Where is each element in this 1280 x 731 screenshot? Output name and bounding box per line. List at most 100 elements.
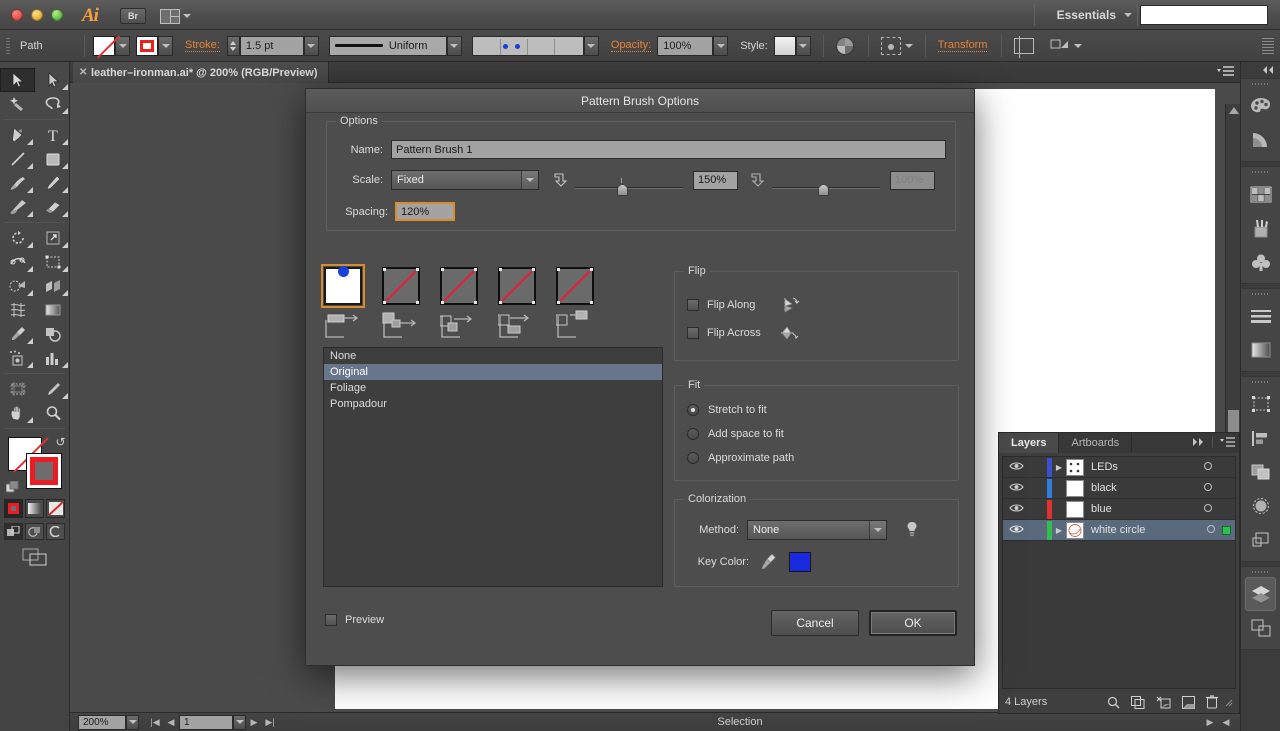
colorization-method-select[interactable]: None bbox=[747, 520, 887, 540]
scroll-up-icon[interactable] bbox=[1229, 107, 1239, 114]
opacity-input[interactable]: 100% bbox=[657, 35, 714, 56]
select-similar-icon[interactable] bbox=[1050, 38, 1070, 54]
locate-object-icon[interactable] bbox=[1107, 696, 1120, 709]
transparency-panel-icon[interactable] bbox=[1241, 489, 1280, 523]
list-item[interactable]: Pompadour bbox=[324, 396, 662, 412]
rotate-tool[interactable] bbox=[0, 226, 35, 250]
previous-page-button[interactable]: ◀ bbox=[163, 717, 179, 728]
tab-layers[interactable]: Layers bbox=[999, 433, 1060, 453]
panel-menu-icon[interactable] bbox=[1220, 436, 1235, 448]
page-number-input[interactable]: 1 bbox=[179, 714, 233, 730]
table-row[interactable]: black bbox=[1003, 478, 1235, 499]
visibility-toggle-icon[interactable] bbox=[1003, 503, 1029, 516]
target-indicator[interactable] bbox=[1197, 503, 1219, 515]
blend-tool[interactable] bbox=[35, 322, 70, 346]
selection-indicator[interactable] bbox=[1222, 525, 1231, 535]
chevron-down-icon[interactable] bbox=[1074, 43, 1083, 48]
dock-grip[interactable] bbox=[1241, 289, 1280, 299]
layer-name[interactable]: LEDs bbox=[1091, 461, 1197, 473]
expand-layer-icon[interactable]: ▶ bbox=[1052, 463, 1066, 472]
end-tile-preview[interactable] bbox=[556, 267, 594, 305]
stroke-weight-stepper[interactable] bbox=[226, 35, 240, 56]
last-page-button[interactable]: ▶| bbox=[262, 717, 278, 728]
color-panel-icon[interactable] bbox=[1241, 89, 1280, 123]
graphic-style-dropdown[interactable] bbox=[795, 35, 811, 56]
spacing-input[interactable]: 120% bbox=[395, 202, 455, 221]
color-guide-panel-icon[interactable] bbox=[1241, 123, 1280, 157]
layer-name[interactable]: white circle bbox=[1091, 524, 1200, 536]
table-row[interactable]: blue bbox=[1003, 499, 1235, 520]
width-tool[interactable] bbox=[0, 250, 35, 274]
gradient-button[interactable] bbox=[25, 499, 44, 518]
pen-tool[interactable] bbox=[0, 123, 35, 147]
expand-panels-button[interactable] bbox=[1241, 62, 1280, 78]
document-panel-menu[interactable] bbox=[1212, 62, 1240, 83]
color-button[interactable] bbox=[4, 499, 23, 518]
target-indicator[interactable] bbox=[1200, 524, 1222, 536]
zoom-tool[interactable] bbox=[35, 401, 70, 425]
horizontal-scroll-left[interactable]: ◀ bbox=[1218, 717, 1234, 728]
stroke-label[interactable]: Stroke: bbox=[185, 39, 220, 52]
end-tile-button[interactable] bbox=[555, 267, 596, 343]
opacity-label[interactable]: Opacity: bbox=[610, 39, 652, 52]
expand-layer-icon[interactable]: ▶ bbox=[1052, 526, 1066, 535]
tab-artboards[interactable]: Artboards bbox=[1059, 433, 1133, 453]
target-indicator[interactable] bbox=[1197, 482, 1219, 494]
side-tile-button[interactable] bbox=[321, 264, 365, 343]
list-item[interactable]: None bbox=[324, 348, 662, 364]
status-menu-button[interactable]: ▶ bbox=[1202, 717, 1218, 728]
cancel-button[interactable]: Cancel bbox=[771, 610, 859, 636]
fill-swatch[interactable] bbox=[93, 35, 115, 56]
hand-tool[interactable] bbox=[0, 401, 35, 425]
flip-along-checkbox[interactable] bbox=[687, 299, 699, 311]
brush-definition-select[interactable] bbox=[471, 35, 584, 56]
direct-selection-tool[interactable] bbox=[35, 68, 70, 92]
create-new-layer-icon[interactable] bbox=[1182, 695, 1195, 709]
table-row[interactable]: ▶ LEDs bbox=[1003, 457, 1235, 478]
key-color-swatch[interactable] bbox=[789, 552, 811, 572]
make-clipping-mask-icon[interactable] bbox=[1131, 695, 1145, 709]
table-row[interactable]: ▶ white circle bbox=[1003, 520, 1235, 541]
stroke-dropdown[interactable] bbox=[158, 35, 173, 56]
scale-slider-knob[interactable] bbox=[617, 184, 628, 196]
transform-panel-icon[interactable] bbox=[1241, 387, 1280, 421]
first-page-button[interactable]: |◀ bbox=[147, 717, 163, 728]
visibility-toggle-icon[interactable] bbox=[1003, 524, 1029, 537]
draw-normal-button[interactable] bbox=[4, 523, 23, 540]
blob-brush-tool[interactable] bbox=[0, 195, 35, 219]
line-segment-tool[interactable] bbox=[0, 147, 35, 171]
symbols-panel-icon[interactable] bbox=[1241, 245, 1280, 279]
align-panel-icon[interactable] bbox=[1241, 421, 1280, 455]
dock-grip[interactable] bbox=[1241, 79, 1280, 89]
scale-tool[interactable] bbox=[35, 226, 70, 250]
side-tile-preview[interactable] bbox=[321, 264, 365, 308]
close-document-icon[interactable]: ✕ bbox=[79, 67, 87, 78]
workspace-switcher[interactable]: Essentials bbox=[1057, 8, 1132, 22]
lightbulb-icon[interactable] bbox=[905, 521, 919, 539]
chevron-down-icon[interactable] bbox=[904, 43, 913, 48]
next-page-button[interactable]: ▶ bbox=[246, 717, 262, 728]
shape-builder-tool[interactable] bbox=[0, 274, 35, 298]
brush-definition-dropdown[interactable] bbox=[583, 35, 599, 56]
screen-mode-button[interactable] bbox=[0, 548, 69, 566]
outer-corner-tile-button[interactable] bbox=[382, 267, 422, 343]
mesh-tool[interactable] bbox=[0, 298, 35, 322]
artboards-panel-icon[interactable] bbox=[1241, 611, 1280, 645]
delete-selection-icon[interactable] bbox=[1206, 695, 1218, 709]
visibility-toggle-icon[interactable] bbox=[1003, 461, 1029, 474]
gradient-panel-icon[interactable] bbox=[1241, 333, 1280, 367]
stretch-to-fit-radio[interactable] bbox=[687, 404, 699, 416]
stroke-panel-icon[interactable] bbox=[1241, 299, 1280, 333]
align-icon[interactable] bbox=[1014, 35, 1035, 58]
dock-grip[interactable] bbox=[1241, 377, 1280, 387]
isolate-selected-object-icon[interactable] bbox=[880, 36, 901, 55]
zoom-level-dropdown[interactable] bbox=[126, 714, 139, 730]
minimize-window-button[interactable] bbox=[31, 9, 43, 21]
column-graph-tool[interactable] bbox=[35, 346, 70, 370]
ok-button[interactable]: OK bbox=[869, 610, 957, 636]
none-button[interactable] bbox=[46, 499, 65, 518]
stroke-profile-select[interactable]: Uniform bbox=[328, 35, 447, 56]
scale-select[interactable]: Fixed bbox=[391, 170, 539, 190]
lasso-tool[interactable] bbox=[35, 92, 70, 116]
inner-corner-tile-button[interactable] bbox=[439, 267, 480, 343]
